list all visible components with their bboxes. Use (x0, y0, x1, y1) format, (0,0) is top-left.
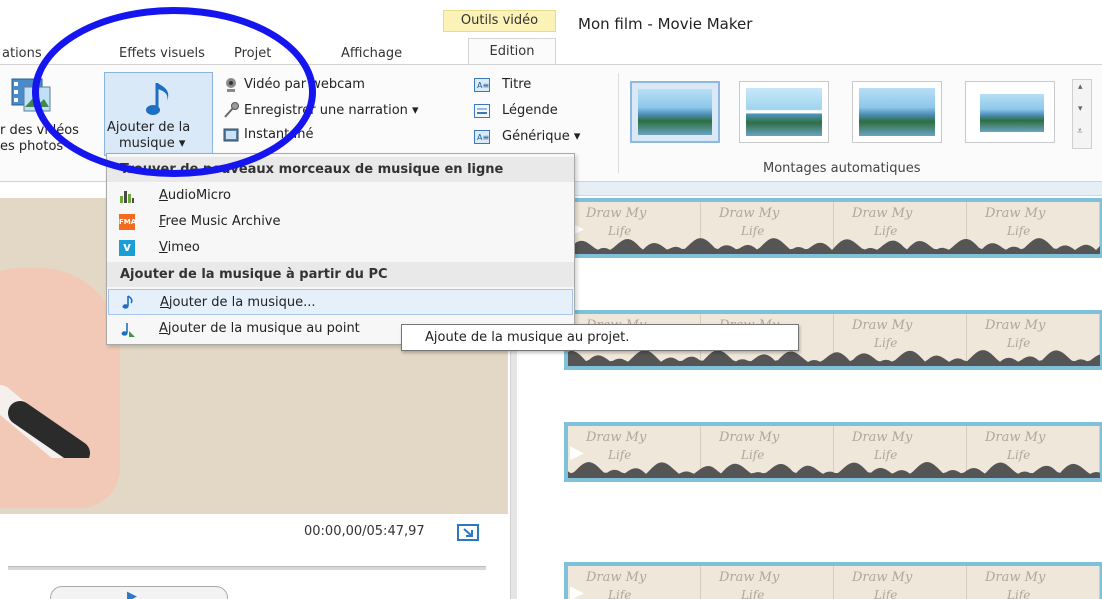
audio-waveform (568, 462, 1100, 478)
music-note-icon (122, 295, 133, 309)
svg-text:A≡: A≡ (477, 81, 489, 90)
menu-label-vimeo: Vimeo (159, 240, 200, 255)
marker-image (0, 385, 90, 458)
automovie-theme-1[interactable] (630, 81, 720, 143)
frame-title-line1: Draw My (852, 318, 913, 333)
gallery-expand-icon[interactable]: ⩡ (1077, 126, 1083, 137)
themes-scroll[interactable]: ▴ ▾ ⩡ (1072, 79, 1092, 149)
window-title: Mon film - Movie Maker (578, 15, 753, 33)
tab-view[interactable]: Affichage (341, 46, 402, 61)
playback-controls[interactable]: ▶ (50, 586, 228, 599)
fma-icon: FMA (119, 214, 136, 230)
storyboard-header (517, 182, 1102, 196)
timeline-clip[interactable]: Draw MyLifeDraw MyLifeDraw MyLifeDraw My… (564, 198, 1102, 258)
add-videos-label-2: es photos (0, 139, 64, 154)
caption-label: Légende (502, 103, 558, 118)
menu-label-fma: Free Music Archive (159, 214, 281, 229)
clip-frame: Draw My Life (568, 566, 701, 599)
scroll-up-icon[interactable]: ▴ (1078, 82, 1083, 92)
frame-title-line1: Draw My (985, 430, 1046, 445)
frame-title-line2: Life (874, 588, 898, 599)
tooltip: Ajoute de la musique au projet. (401, 324, 799, 351)
tab-animations[interactable]: ations (2, 46, 42, 61)
menu-header-pc: Ajouter de la musique à partir du PC (107, 262, 574, 287)
timeline-clip[interactable]: Draw MyLifeDraw MyLifeDraw MyLifeDraw My… (564, 562, 1102, 599)
frame-title-line1: Draw My (719, 206, 780, 221)
seek-bar[interactable] (8, 566, 486, 570)
automovie-theme-2[interactable] (739, 81, 829, 143)
music-add-icon (121, 323, 135, 337)
frame-title-line1: Draw My (586, 430, 647, 445)
automovie-theme-4[interactable] (965, 81, 1055, 143)
time-display: 00:00,00/05:47,97 (304, 524, 425, 539)
credits-label: Générique ▾ (502, 129, 581, 144)
frame-title-line1: Draw My (719, 430, 780, 445)
annotation-circle (32, 7, 316, 177)
svg-text:A≡: A≡ (477, 133, 489, 142)
audiomicro-icon (120, 191, 134, 203)
menu-label-audiomicro: AudioMicro (159, 188, 231, 203)
title-label: Titre (502, 77, 532, 92)
title-icon: A≡ (474, 78, 490, 92)
frame-title-line1: Draw My (852, 430, 913, 445)
frame-title-line1: Draw My (586, 206, 647, 221)
context-tab-video-tools: Outils vidéo (443, 10, 556, 32)
frame-title-line1: Draw My (985, 570, 1046, 585)
audio-waveform (568, 238, 1100, 254)
play-icon[interactable]: ▶ (127, 589, 137, 599)
clip-frame: Draw My Life (701, 566, 834, 599)
clip-start-marker-icon: ▶ (570, 442, 584, 463)
fullscreen-icon[interactable] (457, 524, 479, 541)
storyboard: Draw My Life Draw My Life Draw My Life Draw My… (517, 182, 1102, 599)
frame-title-line1: Draw My (985, 318, 1046, 333)
automovie-group-label: Montages automatiques (763, 161, 921, 176)
menu-item-fma[interactable]: FMA Free Music Archive (107, 209, 574, 235)
menu-label-add-music: Ajouter de la musique... (160, 295, 316, 310)
add-music-menu: Trouver de nouveaux morceaux de musique … (106, 153, 575, 345)
frame-title-line1: Draw My (985, 206, 1046, 221)
frame-title-line1: Draw My (719, 570, 780, 585)
menu-label-add-music-at-point: Ajouter de la musique au point (159, 321, 360, 336)
clip-frame: Draw My Life (834, 566, 967, 599)
scroll-down-icon[interactable]: ▾ (1078, 104, 1083, 114)
clip-frame: Draw My Life (967, 566, 1100, 599)
frame-title-line1: Draw My (586, 570, 647, 585)
frame-title-line1: Draw My (852, 206, 913, 221)
frame-title-line2: Life (741, 588, 765, 599)
frame-title-line1: Draw My (852, 570, 913, 585)
clip-start-marker-icon: ▶ (570, 582, 584, 599)
caption-icon (474, 104, 490, 118)
frame-title-line2: Life (608, 588, 632, 599)
automovie-theme-3[interactable] (852, 81, 942, 143)
menu-item-add-music[interactable]: Ajouter de la musique... (108, 289, 573, 315)
frame-title-line2: Life (1007, 588, 1031, 599)
menu-item-vimeo[interactable]: v Vimeo (107, 235, 574, 261)
menu-item-audiomicro[interactable]: AudioMicro (107, 183, 574, 209)
ribbon-separator (618, 73, 619, 173)
credits-icon: A≡ (474, 130, 490, 144)
timeline-clip[interactable]: Draw MyLifeDraw MyLifeDraw MyLifeDraw My… (564, 422, 1102, 482)
tab-edit[interactable]: Edition (468, 38, 556, 65)
vimeo-icon: v (119, 240, 135, 256)
